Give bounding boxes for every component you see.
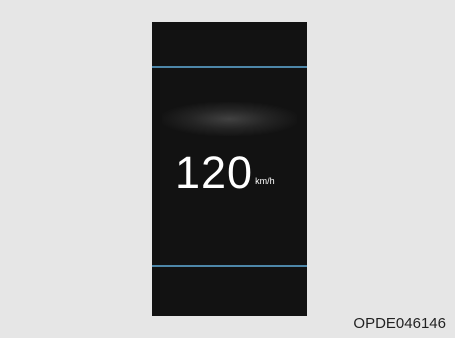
cluster-display-panel: 120 km/h bbox=[152, 22, 307, 316]
bottom-divider-line bbox=[152, 265, 307, 267]
speed-value: 120 bbox=[175, 147, 254, 198]
top-divider-line bbox=[152, 66, 307, 68]
speed-unit: km/h bbox=[255, 176, 275, 186]
speed-readout: 120 km/h bbox=[175, 150, 275, 195]
figure-code: OPDE046146 bbox=[353, 315, 446, 332]
display-glow-effect bbox=[162, 102, 297, 136]
